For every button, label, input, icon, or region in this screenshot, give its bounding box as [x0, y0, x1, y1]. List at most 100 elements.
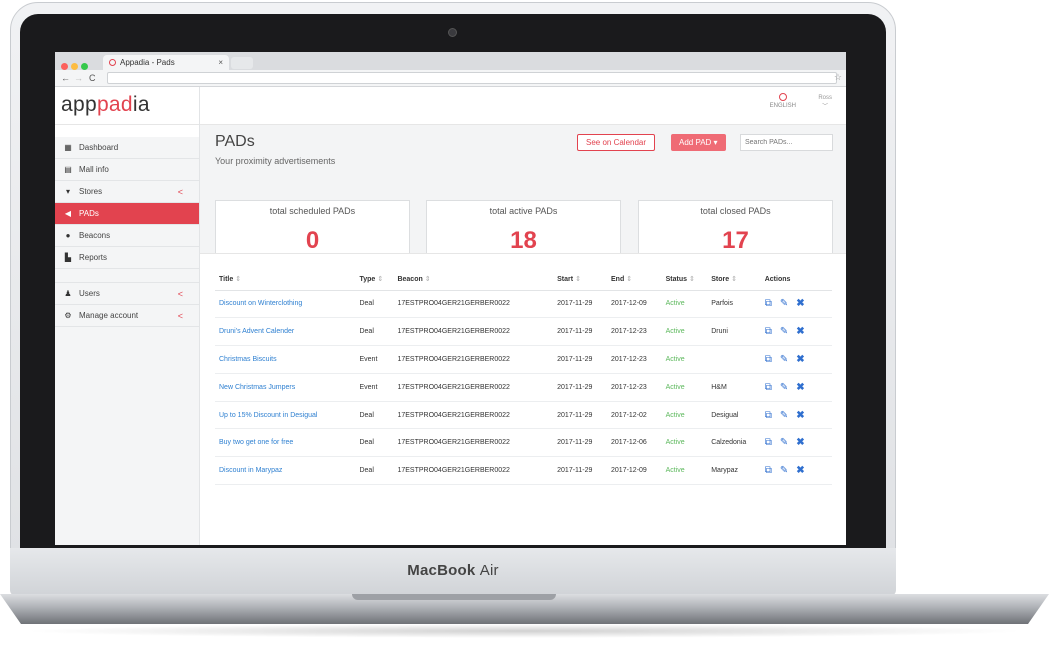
- see-on-calendar-button[interactable]: See on Calendar: [577, 134, 656, 151]
- delete-icon[interactable]: ✖: [796, 326, 804, 337]
- sidebar-item-reports[interactable]: ▙ Reports: [55, 247, 199, 269]
- user-menu[interactable]: Ross ﹀: [818, 95, 832, 110]
- browser-tab[interactable]: Appadia - Pads ×: [103, 55, 229, 70]
- search-input[interactable]: [740, 134, 833, 151]
- cell-end: 2017-12-06: [607, 428, 662, 458]
- bookmark-icon[interactable]: ☆: [834, 72, 842, 83]
- copy-icon[interactable]: ⧉: [765, 465, 772, 476]
- cell-actions: ⧉ ✎ ✖: [760, 290, 832, 319]
- table-row: New Christmas Jumpers Event 17ESTPRO04GER2…: [215, 373, 832, 402]
- cell-status: Active: [661, 290, 708, 319]
- sidebar-item-stores[interactable]: ▾ Stores <: [55, 181, 199, 203]
- sort-icon: ⇕: [377, 276, 384, 284]
- copy-icon[interactable]: ⧉: [765, 382, 772, 393]
- back-icon[interactable]: ←: [61, 73, 70, 83]
- maximize-window-button[interactable]: [81, 63, 88, 70]
- topbar: ENGLISH Ross ﹀: [200, 87, 846, 125]
- tab-title: Appadia - Pads: [120, 58, 175, 67]
- cell-beacon: 17ESTPRO04GER21GERBER0022: [393, 401, 554, 430]
- laptop-mockup: MacBook Air Appadia - Pads × ← → C ☆ app…: [0, 0, 1049, 662]
- chevron-left-icon: <: [177, 186, 183, 197]
- cell-title[interactable]: Christmas Biscuits: [215, 345, 356, 374]
- cell-title[interactable]: Discount on Winterclothing: [215, 290, 356, 319]
- new-tab-button[interactable]: [231, 57, 253, 69]
- sort-icon: ⇕: [424, 276, 431, 284]
- cell-status: Active: [661, 401, 708, 430]
- cell-actions: ⧉ ✎ ✖: [760, 345, 832, 374]
- copy-icon[interactable]: ⧉: [765, 410, 772, 421]
- globe-icon: [778, 93, 787, 101]
- cell-title[interactable]: Discount in Marypaz: [215, 456, 356, 486]
- column-header-beacon[interactable]: Beacon ⇕: [393, 269, 554, 291]
- delete-icon[interactable]: ✖: [796, 465, 804, 476]
- pencil-icon[interactable]: ✎: [780, 382, 788, 393]
- cell-store: [707, 345, 761, 374]
- table-header-row: Title ⇕ Type ⇕ Beacon ⇕ Start ⇕ End ⇕ Status ⇕ Store…: [215, 269, 832, 291]
- cell-type: Deal: [355, 401, 394, 430]
- megaphone-icon: ◀: [64, 209, 72, 218]
- cell-start: 2017-11-29: [553, 401, 608, 430]
- pencil-icon[interactable]: ✎: [780, 298, 788, 309]
- cell-beacon: 17ESTPRO04GER21GERBER0022: [393, 456, 554, 486]
- laptop-shadow: [20, 624, 1029, 638]
- delete-icon[interactable]: ✖: [796, 437, 804, 448]
- sidebar-item-dashboard[interactable]: ▦ Dashboard: [55, 137, 199, 159]
- delete-icon[interactable]: ✖: [796, 298, 804, 309]
- delete-icon[interactable]: ✖: [796, 410, 804, 421]
- cell-title[interactable]: Buy two get one for free: [215, 428, 356, 458]
- file-icon: ▙: [64, 253, 72, 262]
- column-header-title[interactable]: Title ⇕: [215, 269, 356, 291]
- sidebar-item-beacons[interactable]: ● Beacons: [55, 225, 199, 247]
- delete-icon[interactable]: ✖: [796, 382, 804, 393]
- copy-icon[interactable]: ⧉: [765, 354, 772, 365]
- table-row: Discount in Marypaz Deal 17ESTPRO04GER21GE…: [215, 456, 832, 486]
- sidebar-item-pads[interactable]: ◀ PADs: [55, 203, 199, 225]
- main-content: ENGLISH Ross ﹀ PADs Your proximity adver…: [200, 87, 846, 545]
- sidebar-item-label: Mall info: [79, 165, 109, 174]
- column-header-store[interactable]: Store ⇕: [707, 269, 761, 291]
- copy-icon[interactable]: ⧉: [765, 437, 772, 448]
- cart-icon: ▾: [65, 187, 70, 196]
- dashboard-icon: ▦: [64, 143, 72, 152]
- sidebar-item-label: Stores: [79, 187, 103, 196]
- cell-actions: ⧉ ✎ ✖: [760, 456, 832, 486]
- copy-icon[interactable]: ⧉: [765, 326, 772, 337]
- sidebar-item-users[interactable]: ♟ Users <: [55, 283, 199, 305]
- column-header-status[interactable]: Status ⇕: [661, 269, 708, 291]
- add-pad-button[interactable]: Add PAD ▾: [671, 134, 726, 151]
- cell-type: Deal: [355, 290, 394, 319]
- pencil-icon[interactable]: ✎: [780, 326, 788, 337]
- forward-icon[interactable]: →: [74, 73, 83, 83]
- pencil-icon[interactable]: ✎: [780, 354, 788, 365]
- cell-title[interactable]: New Christmas Jumpers: [215, 373, 356, 402]
- pencil-icon[interactable]: ✎: [780, 410, 788, 421]
- close-window-button[interactable]: [61, 63, 68, 70]
- copy-icon[interactable]: ⧉: [765, 298, 772, 309]
- language-selector[interactable]: ENGLISH: [770, 93, 796, 109]
- sidebar-item-manage-account[interactable]: ⚙ Manage account <: [55, 305, 199, 327]
- column-header-actions[interactable]: Actions: [760, 269, 832, 291]
- delete-icon[interactable]: ✖: [796, 354, 804, 365]
- cell-start: 2017-11-29: [553, 456, 608, 486]
- sidebar-item-mall-info[interactable]: ▤ Mall info: [55, 159, 199, 181]
- page-title: PADs: [215, 133, 255, 150]
- reload-icon[interactable]: C: [89, 73, 96, 83]
- cell-store: Calzedonia: [707, 428, 761, 458]
- url-input[interactable]: [107, 72, 837, 84]
- column-header-start[interactable]: Start ⇕: [553, 269, 608, 291]
- cell-title[interactable]: Druni's Advent Calender: [215, 317, 356, 347]
- app-logo[interactable]: apppadia: [55, 87, 199, 125]
- table-row: Buy two get one for free Deal 17ESTPRO04GE…: [215, 428, 832, 458]
- cell-store: H&M: [707, 373, 761, 402]
- pencil-icon[interactable]: ✎: [780, 465, 788, 476]
- column-header-end[interactable]: End ⇕: [607, 269, 662, 291]
- cell-start: 2017-11-29: [553, 373, 608, 402]
- pencil-icon[interactable]: ✎: [780, 437, 788, 448]
- column-header-type[interactable]: Type ⇕: [355, 269, 394, 291]
- map-marker-icon: ●: [65, 231, 71, 240]
- tab-close-icon[interactable]: ×: [218, 58, 223, 67]
- minimize-window-button[interactable]: [71, 63, 78, 70]
- cell-title[interactable]: Up to 15% Discount in Desigual: [215, 401, 356, 430]
- cell-start: 2017-11-29: [553, 290, 608, 319]
- cell-start: 2017-11-29: [553, 317, 608, 347]
